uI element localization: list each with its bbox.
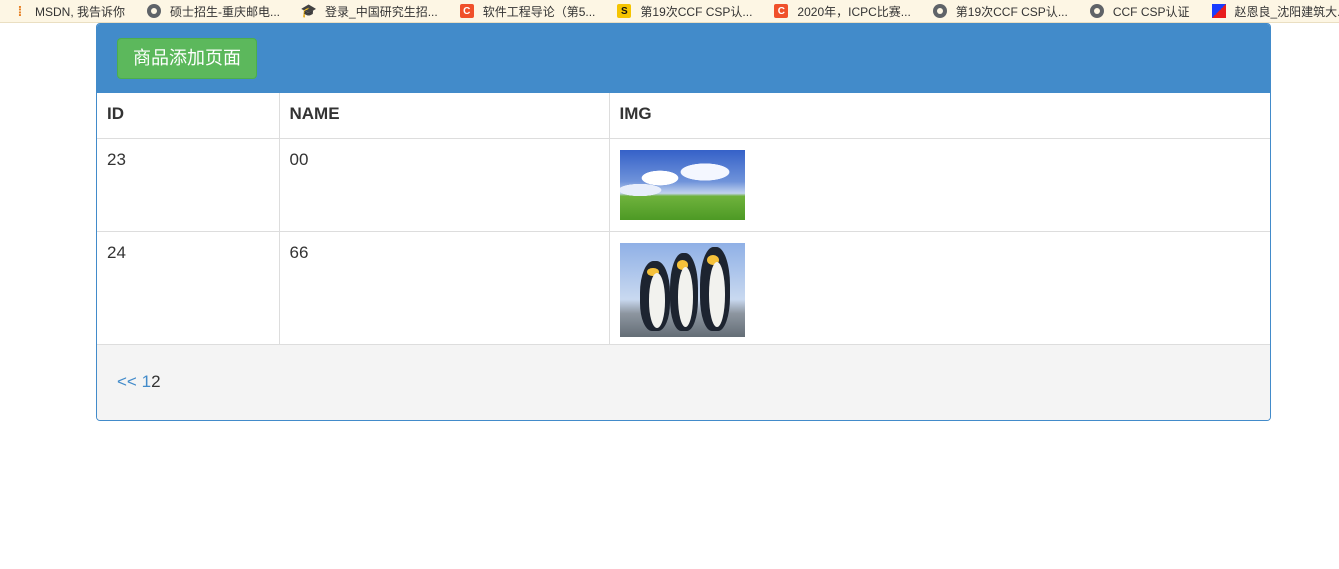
s-logo-icon: S	[617, 4, 632, 18]
product-panel: 商品添加页面 ID NAME IMG 23 00 24 66 << 12	[96, 23, 1271, 421]
globe-icon	[1089, 4, 1104, 18]
landscape-thumbnail	[619, 149, 745, 220]
bookmark-ccf-csp-1[interactable]: S 第19次CCF CSP认...	[603, 0, 760, 22]
bookmark-ccf-csp-2[interactable]: 第19次CCF CSP认...	[919, 0, 1076, 22]
cell-id: 24	[97, 230, 279, 348]
table-row: 24 66	[97, 230, 1270, 348]
bookmark-label: 软件工程导论（第5...	[482, 4, 596, 19]
globe-icon	[147, 4, 162, 18]
column-header-name: NAME	[278, 93, 609, 138]
cell-name: 66	[278, 230, 609, 348]
bookmark-label: CCF CSP认证	[1112, 4, 1190, 19]
cell-name: 00	[278, 137, 609, 231]
bookmark-label: 登录_中国研究生招...	[325, 4, 438, 19]
bookmark-label: 第19次CCF CSP认...	[640, 4, 753, 19]
bookmark-label: 赵恩良_沈阳建筑大...	[1234, 4, 1339, 19]
bookmark-ccf-csp-cert[interactable]: CCF CSP认证	[1076, 0, 1198, 22]
bookmark-label: 第19次CCF CSP认...	[955, 4, 1068, 19]
column-header-img: IMG	[608, 93, 1270, 138]
bookmarks-bar: ⁞ MSDN, 我告诉你 硕士招生-重庆邮电... 🎓 登录_中国研究生招...…	[0, 0, 1339, 23]
bookmark-chsi[interactable]: 🎓 登录_中国研究生招...	[288, 0, 446, 22]
penguins-thumbnail	[619, 242, 745, 337]
table-row: 23 00	[97, 137, 1270, 231]
bookmark-zhao[interactable]: 赵恩良_沈阳建筑大...	[1198, 0, 1339, 22]
bookmark-msdn[interactable]: ⁞ MSDN, 我告诉你	[0, 0, 133, 22]
page-link-1[interactable]: 1	[142, 372, 151, 391]
globe-icon	[932, 4, 947, 18]
prev-page-link[interactable]: <<	[117, 372, 137, 391]
cell-img	[608, 137, 1270, 231]
bookmark-label: 2020年，ICPC比赛...	[797, 4, 911, 19]
panel-footer: << 12	[97, 344, 1270, 420]
csdn-icon: C	[459, 4, 474, 18]
page-current-2: 2	[151, 372, 161, 391]
cell-id: 23	[97, 137, 279, 231]
bookmark-label: 硕士招生-重庆邮电...	[170, 4, 281, 19]
bookmark-label: MSDN, 我告诉你	[35, 4, 126, 19]
apps-icon: ⁞	[17, 3, 23, 19]
graduation-cap-icon: 🎓	[300, 3, 318, 18]
csdn-icon: C	[774, 4, 789, 18]
bookmark-cqupt[interactable]: 硕士招生-重庆邮电...	[133, 0, 288, 22]
bookmark-icpc[interactable]: C 2020年，ICPC比赛...	[760, 0, 918, 22]
product-table: ID NAME IMG 23 00 24 66	[97, 93, 1270, 348]
bookmark-software-eng[interactable]: C 软件工程导论（第5...	[446, 0, 604, 22]
z-logo-icon	[1211, 4, 1226, 18]
column-header-id: ID	[107, 104, 124, 123]
panel-heading: 商品添加页面	[97, 24, 1270, 93]
pagination: << 12	[117, 372, 161, 392]
add-product-button[interactable]: 商品添加页面	[117, 38, 257, 79]
cell-img	[608, 230, 1270, 348]
table-header-row: ID NAME IMG	[97, 93, 1270, 138]
